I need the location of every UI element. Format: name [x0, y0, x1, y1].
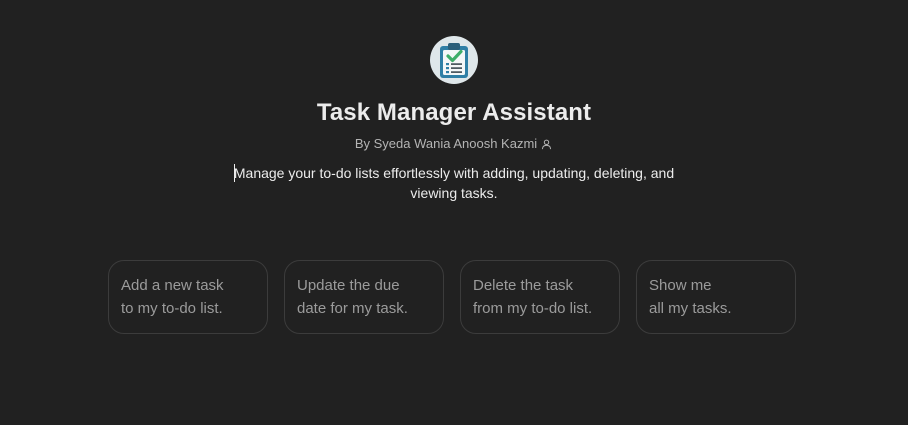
starter-update-due-date[interactable]: Update the due date for my task. — [284, 260, 444, 334]
conversation-starters: Add a new task to my to-do list. Update … — [108, 260, 796, 334]
gpt-title: Task Manager Assistant — [316, 99, 592, 126]
gpt-header: Task Manager Assistant By Syeda Wania An… — [0, 36, 908, 203]
starter-add-task[interactable]: Add a new task to my to-do list. — [108, 260, 268, 334]
person-icon — [541, 138, 553, 150]
description-text: Manage your to-do lists effortlessly wit… — [233, 165, 675, 201]
gpt-description: Manage your to-do lists effortlessly wit… — [224, 163, 684, 203]
clipboard-checklist-icon — [440, 43, 468, 78]
author-name: By Syeda Wania Anoosh Kazmi — [354, 136, 538, 151]
starter-delete-task[interactable]: Delete the task from my to-do list. — [460, 260, 620, 334]
gpt-avatar — [430, 36, 478, 84]
gpt-landing: Task Manager Assistant By Syeda Wania An… — [0, 0, 908, 425]
gpt-author[interactable]: By Syeda Wania Anoosh Kazmi — [355, 135, 553, 153]
starter-show-tasks[interactable]: Show me all my tasks. — [636, 260, 796, 334]
